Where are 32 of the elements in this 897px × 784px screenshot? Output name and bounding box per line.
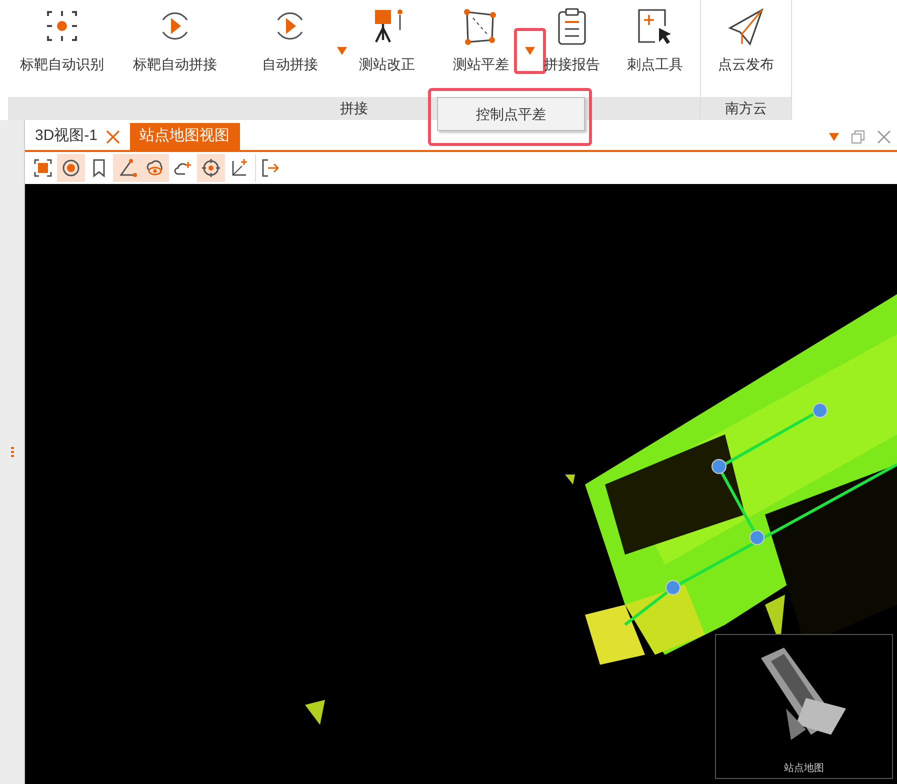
ribbon-button[interactable]: 点云发布 [701,0,791,97]
record-icon [61,158,81,178]
ribbon-button[interactable]: 自动拼接 [234,0,346,97]
grip-icon [10,447,14,457]
cloud-eye-icon [145,158,165,178]
dropdown-toggle[interactable] [514,28,546,74]
ribbon-button[interactable]: 测站平差 [428,0,534,97]
ribbon-button[interactable]: 标靶自动识别 [8,0,116,97]
toolbar-button[interactable] [141,154,169,182]
tab[interactable]: 3D视图-1 [25,123,130,150]
ribbon-button[interactable]: 标靶自动拼接 [116,0,234,97]
ribbon-button[interactable]: 刺点工具 [610,0,700,97]
close-icon[interactable] [106,130,120,144]
tab-label: 3D视图-1 [35,126,98,146]
group-label: 拼接 [340,99,368,118]
caret-icon [525,47,535,55]
crosshair-icon [201,158,221,178]
fit-view-icon [33,158,53,178]
ribbon-button[interactable]: 测站改正 [346,0,428,97]
tab-label: 站点地图视图 [140,126,230,146]
toolbar-button[interactable] [57,154,85,182]
close-icon[interactable] [877,130,891,144]
toolbar-button[interactable] [197,154,225,182]
caret-icon[interactable] [829,132,839,140]
restore-icon[interactable] [851,130,865,144]
exit-icon [260,158,280,178]
angle-icon [117,158,137,178]
menu-item[interactable]: 控制点平差 [437,97,585,131]
group-label: 南方云 [725,99,767,118]
caret-icon [337,47,347,55]
paper-plane-icon [726,6,766,46]
toolbar-button[interactable] [113,154,141,182]
